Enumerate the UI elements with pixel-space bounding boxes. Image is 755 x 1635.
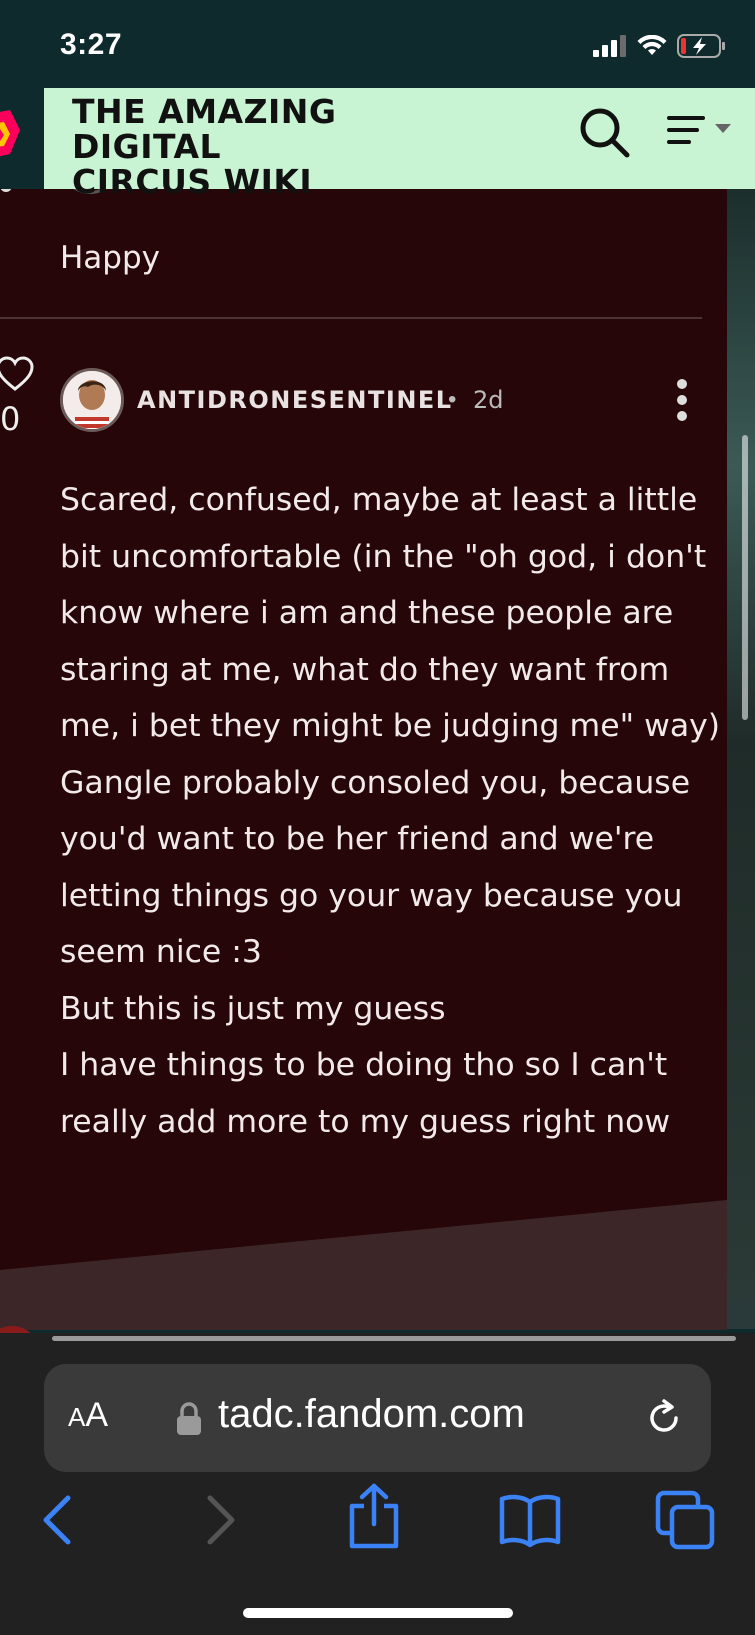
comment-line: you'd want to be her friend and we're: [60, 821, 655, 857]
comment-timestamp: 2d: [473, 386, 504, 414]
comment-divider: [0, 317, 702, 319]
wiki-title-line: THE AMAZING DIGITAL: [72, 92, 337, 166]
comment-body: Scared, confused, maybe at least a littl…: [60, 472, 720, 1150]
user-avatar-icon: [63, 371, 121, 429]
wifi-icon: [637, 35, 667, 55]
comment-line: really add more to my guess right now: [60, 1103, 671, 1140]
comment-line: me, i bet they might be judging me" way): [60, 708, 721, 744]
bookmarks-icon[interactable]: [498, 1492, 562, 1548]
reader-settings-button[interactable]: AA: [68, 1396, 108, 1435]
comment-line: letting things go your way because you: [60, 877, 683, 914]
avatar[interactable]: [60, 368, 124, 432]
comment-line: seem nice :3: [60, 934, 262, 970]
comment-line: bit uncomfortable (in the "oh god, i don…: [60, 538, 707, 575]
forward-icon[interactable]: [200, 1492, 240, 1548]
like-count: 0: [0, 400, 21, 438]
aa-large-label: A: [85, 1396, 109, 1434]
scrollbar[interactable]: [742, 435, 748, 720]
lock-icon: [177, 1402, 201, 1435]
wiki-title[interactable]: THE AMAZING DIGITAL CIRCUS WIKI: [72, 94, 492, 199]
comment-line: But this is just my guess: [60, 990, 446, 1027]
comment-line: know where i am and these people are: [60, 595, 674, 631]
comment-line: Gangle probably consoled you, because: [60, 764, 691, 801]
wiki-title-line: CIRCUS WIKI: [72, 162, 313, 201]
cellular-signal-icon: [593, 35, 626, 57]
home-indicator[interactable]: [243, 1608, 513, 1618]
horizontal-scrollbar: [52, 1336, 736, 1341]
aa-small-label: A: [68, 1402, 86, 1432]
page-side-rail: [727, 189, 755, 1299]
comment-line: Scared, confused, maybe at least a littl…: [60, 482, 698, 518]
menu-icon[interactable]: [665, 112, 737, 152]
share-icon[interactable]: [346, 1482, 402, 1550]
battery-charging-icon: [677, 34, 725, 58]
status-time: 3:27: [60, 28, 123, 61]
more-options-icon[interactable]: [672, 378, 692, 422]
reload-icon[interactable]: [644, 1398, 684, 1438]
heart-icon[interactable]: [0, 356, 34, 392]
back-icon[interactable]: [38, 1492, 78, 1548]
comment-line: staring at me, what do they want from: [60, 651, 670, 688]
fandom-logo-icon[interactable]: [0, 110, 20, 160]
search-icon[interactable]: [578, 106, 632, 160]
comment-author[interactable]: ANTIDRONESENTINEL: [137, 386, 453, 414]
meta-separator: •: [448, 386, 457, 413]
url-text[interactable]: tadc.fandom.com: [218, 1392, 525, 1437]
tabs-icon[interactable]: [655, 1490, 717, 1550]
previous-comment-text: Happy: [60, 240, 161, 276]
status-icons: [593, 32, 727, 60]
comment-line: I have things to be doing tho so I can't: [60, 1047, 668, 1083]
